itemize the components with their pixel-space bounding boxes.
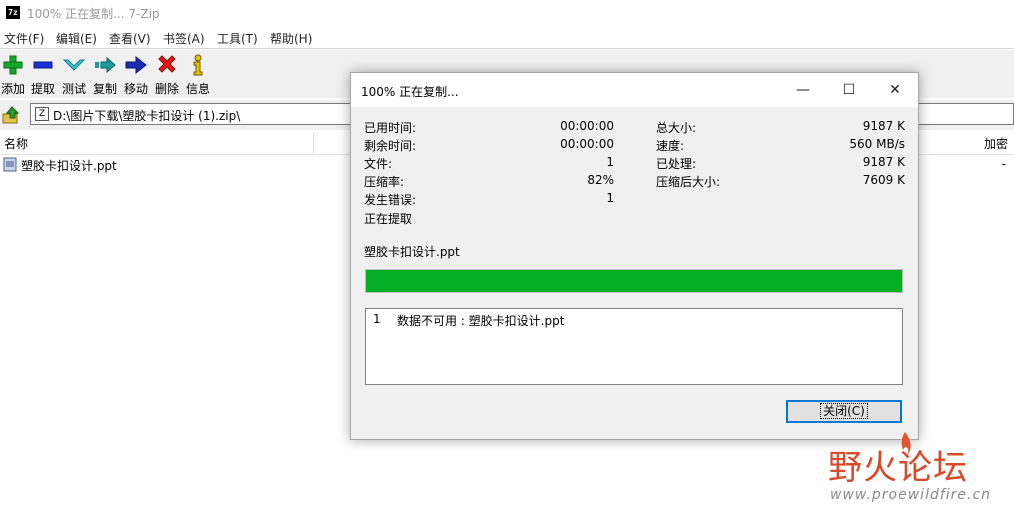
archive-path-icon: Z (35, 107, 49, 121)
copy-label: 复制 (92, 82, 117, 96)
folder-up-icon (2, 106, 20, 124)
minus-icon (33, 61, 53, 69)
copy-arrow-icon (95, 56, 116, 74)
extract-button[interactable]: 提取 (28, 52, 58, 96)
check-chevron-icon (62, 59, 86, 71)
close-button-label: 关闭(C) (820, 403, 868, 419)
processed-label: 已处理: (656, 157, 697, 171)
files-label: 文件: (364, 157, 393, 171)
address-path-text: D:\图片下载\塑胶卡扣设计 (1).zip\ (53, 109, 241, 123)
delete-label: 删除 (154, 82, 179, 96)
ratio-label: 压缩率: (364, 175, 405, 189)
column-encrypted-header[interactable]: 加密 (984, 135, 1008, 152)
copy-button[interactable]: 复制 (90, 52, 120, 96)
add-label: 添加 (0, 82, 25, 96)
info-label: 信息 (185, 82, 210, 96)
menu-bookmarks[interactable]: 书签(A) (163, 30, 205, 47)
plus-icon (3, 55, 23, 75)
move-label: 移动 (123, 82, 148, 96)
speed-value: 560 MB/s (849, 137, 905, 151)
current-file-name: 塑胶卡扣设计.ppt (364, 245, 460, 259)
elapsed-time-value: 00:00:00 (560, 119, 614, 133)
progress-bar (365, 269, 903, 293)
add-button[interactable]: 添加 (0, 52, 28, 96)
move-arrow-icon (125, 55, 147, 75)
speed-label: 速度: (656, 139, 685, 153)
errors-value: 1 (606, 191, 614, 205)
progress-bar-fill (366, 270, 902, 292)
minimize-button[interactable]: — (780, 73, 826, 107)
menu-edit[interactable]: 编辑(E) (56, 30, 97, 47)
test-label: 测试 (61, 82, 86, 96)
menu-tools[interactable]: 工具(T) (217, 30, 258, 47)
copy-progress-dialog: 100% 正在复制... — ☐ ✕ 已用时间: 00:00:00 剩余时间: … (350, 72, 919, 440)
delete-x-icon (158, 55, 176, 73)
remaining-time-label: 剩余时间: (364, 139, 417, 153)
window-title: 100% 正在复制... 7-Zip (27, 7, 160, 21)
dialog-title: 100% 正在复制... (361, 85, 459, 99)
close-icon: ✕ (889, 82, 901, 98)
close-button[interactable]: 关闭(C) (786, 400, 902, 423)
message-number: 1 (373, 312, 381, 326)
files-value: 1 (606, 155, 614, 169)
ppt-file-icon (3, 157, 17, 172)
menu-file[interactable]: 文件(F) (4, 30, 44, 47)
watermark-logo: 野火论坛 (828, 448, 968, 488)
compressed-size-label: 压缩后大小: (656, 175, 721, 189)
total-size-label: 总大小: (656, 121, 697, 135)
delete-button[interactable]: 删除 (152, 52, 182, 96)
test-button[interactable]: 测试 (59, 52, 89, 96)
info-button[interactable]: 信息 (183, 52, 213, 96)
error-message-list[interactable]: 1 数据不可用 : 塑胶卡扣设计.ppt (365, 308, 903, 385)
total-size-value: 9187 K (862, 119, 905, 133)
watermark-url: www.proewildfire.cn (830, 487, 992, 503)
app-logo-icon: 7z (6, 6, 20, 19)
close-window-button[interactable]: ✕ (872, 73, 918, 107)
compressed-size-value: 7609 K (862, 173, 905, 187)
menu-help[interactable]: 帮助(H) (270, 30, 312, 47)
minimize-icon: — (796, 82, 810, 98)
dialog-title-bar: 100% 正在复制... — ☐ ✕ (351, 73, 918, 107)
maximize-button[interactable]: ☐ (826, 73, 872, 107)
remaining-time-value: 00:00:00 (560, 137, 614, 151)
file-encrypted: - (1001, 157, 1006, 171)
menu-bar: 文件(F) 编辑(E) 查看(V) 书签(A) 工具(T) 帮助(H) (0, 28, 1014, 48)
operation-status: 正在提取 (364, 212, 413, 226)
info-icon (193, 54, 203, 76)
column-name-header[interactable]: 名称 (4, 135, 28, 152)
maximize-icon: ☐ (842, 82, 856, 98)
elapsed-time-label: 已用时间: (364, 121, 417, 135)
message-text: 数据不可用 : 塑胶卡扣设计.ppt (397, 314, 565, 328)
errors-label: 发生错误: (364, 193, 417, 207)
processed-value: 9187 K (862, 155, 905, 169)
column-divider[interactable] (313, 132, 314, 154)
ratio-value: 82% (587, 173, 614, 187)
move-button[interactable]: 移动 (121, 52, 151, 96)
extract-label: 提取 (30, 82, 55, 96)
menu-separator (0, 48, 1014, 49)
menu-view[interactable]: 查看(V) (109, 30, 151, 47)
file-name: 塑胶卡扣设计.ppt (21, 159, 117, 173)
up-folder-button[interactable] (2, 105, 22, 125)
title-bar: 7z 100% 正在复制... 7-Zip (0, 0, 1014, 26)
